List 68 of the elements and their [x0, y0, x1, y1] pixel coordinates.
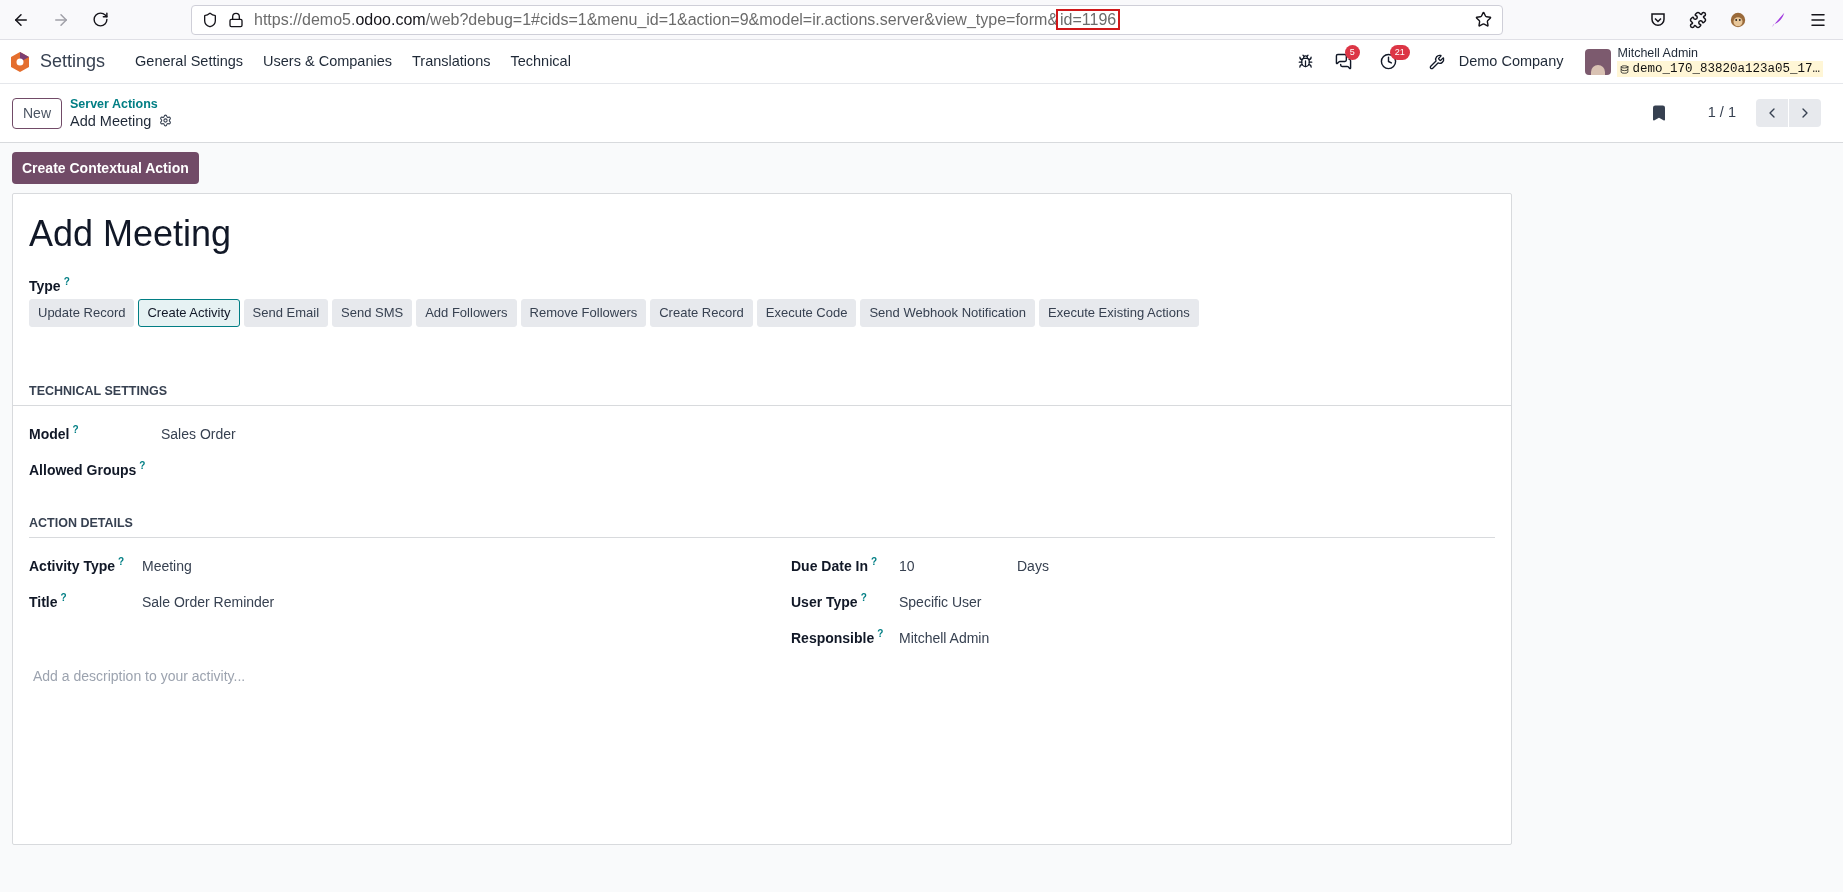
field-value[interactable]: Mitchell Admin: [899, 627, 999, 649]
help-mark[interactable]: ?: [118, 555, 125, 567]
address-bar[interactable]: https://demo5.odoo.com/web?debug=1#cids=1&menu_id=1&action=9&model=ir.actions.server&view_type=form&id=1196: [191, 4, 1503, 35]
form-title[interactable]: Add Meeting: [13, 212, 1511, 256]
monkey-icon[interactable]: [1729, 10, 1747, 29]
type-option[interactable]: Create Activity: [138, 299, 240, 327]
help-mark[interactable]: ?: [871, 555, 878, 567]
help-mark[interactable]: ?: [72, 423, 79, 435]
url-text[interactable]: https://demo5.odoo.com/web?debug=1#cids=1&menu_id=1&action=9&model=ir.actions.server&view_type=form&id=1196: [254, 7, 1465, 32]
section-heading: TECHNICAL SETTINGS: [13, 382, 1511, 406]
bug-icon[interactable]: [1297, 54, 1313, 69]
help-mark[interactable]: ?: [63, 276, 70, 287]
notification-badge: 5: [1344, 45, 1360, 60]
field-value[interactable]: Sales Order: [161, 423, 261, 445]
help-mark[interactable]: ?: [60, 591, 67, 603]
type-option[interactable]: Create Record: [650, 299, 753, 327]
nav-menu-item[interactable]: General Settings: [125, 50, 254, 73]
wrench-icon[interactable]: [1428, 53, 1445, 70]
new-button[interactable]: New: [12, 97, 62, 129]
section-heading: ACTION DETAILS: [29, 513, 1495, 538]
chat-icon[interactable]: [1334, 53, 1352, 70]
database-tag[interactable]: demo_170_83820a123a05_17…: [1617, 61, 1823, 77]
pocket-icon[interactable]: [1649, 10, 1667, 29]
clock-icon[interactable]: [1379, 53, 1397, 70]
field-label: Title: [29, 592, 58, 612]
gear-icon[interactable]: [159, 114, 173, 127]
field-label: Model: [29, 424, 70, 444]
type-option[interactable]: Execute Existing Actions: [1039, 299, 1199, 327]
company-name[interactable]: Demo Company: [1458, 50, 1564, 73]
type-option[interactable]: Send Webhook Notification: [860, 299, 1035, 327]
field-label: Due Date In: [791, 556, 868, 576]
field-unit[interactable]: Days: [1017, 555, 1049, 577]
lock-icon[interactable]: [228, 11, 244, 28]
notification-badge: 21: [1389, 45, 1410, 60]
reload-icon[interactable]: [92, 11, 109, 28]
field-value[interactable]: Meeting: [142, 555, 242, 577]
user-name[interactable]: Mitchell Admin: [1617, 46, 1823, 61]
nav-menu-item[interactable]: Technical: [500, 50, 581, 73]
star-icon[interactable]: [1475, 11, 1492, 28]
record-title: Add Meeting: [70, 111, 152, 130]
avatar[interactable]: [1585, 48, 1612, 75]
field-label: User Type: [791, 592, 858, 612]
type-option[interactable]: Send SMS: [332, 299, 413, 327]
field-label: Type: [29, 277, 61, 296]
nav-menu-item[interactable]: Users & Companies: [253, 50, 402, 73]
type-option[interactable]: Update Record: [29, 299, 135, 327]
help-mark[interactable]: ?: [860, 591, 867, 603]
create-contextual-action-button[interactable]: Create Contextual Action: [12, 152, 199, 184]
field-value[interactable]: Specific User: [899, 591, 999, 613]
field-label: Allowed Groups: [29, 460, 137, 480]
field-value[interactable]: 10: [899, 555, 999, 577]
field-label: Responsible: [791, 628, 875, 648]
type-option[interactable]: Send Email: [243, 299, 329, 327]
nav-menu-item[interactable]: Translations: [402, 50, 501, 73]
shield-icon[interactable]: [202, 11, 218, 28]
app-logo-icon[interactable]: [10, 50, 30, 73]
database-icon: [1620, 64, 1630, 74]
type-option[interactable]: Execute Code: [756, 299, 857, 327]
pager-value[interactable]: 1 / 1: [1707, 102, 1736, 124]
app-name[interactable]: Settings: [40, 48, 106, 75]
help-mark[interactable]: ?: [877, 627, 884, 639]
extensions-icon[interactable]: [1689, 10, 1707, 29]
help-mark[interactable]: ?: [139, 459, 146, 471]
field-value[interactable]: Sale Order Reminder: [142, 591, 275, 613]
field-label: Activity Type: [29, 556, 116, 576]
type-option[interactable]: Remove Followers: [520, 299, 647, 327]
type-option[interactable]: Add Followers: [416, 299, 517, 327]
breadcrumb-link[interactable]: Server Actions: [70, 96, 173, 112]
